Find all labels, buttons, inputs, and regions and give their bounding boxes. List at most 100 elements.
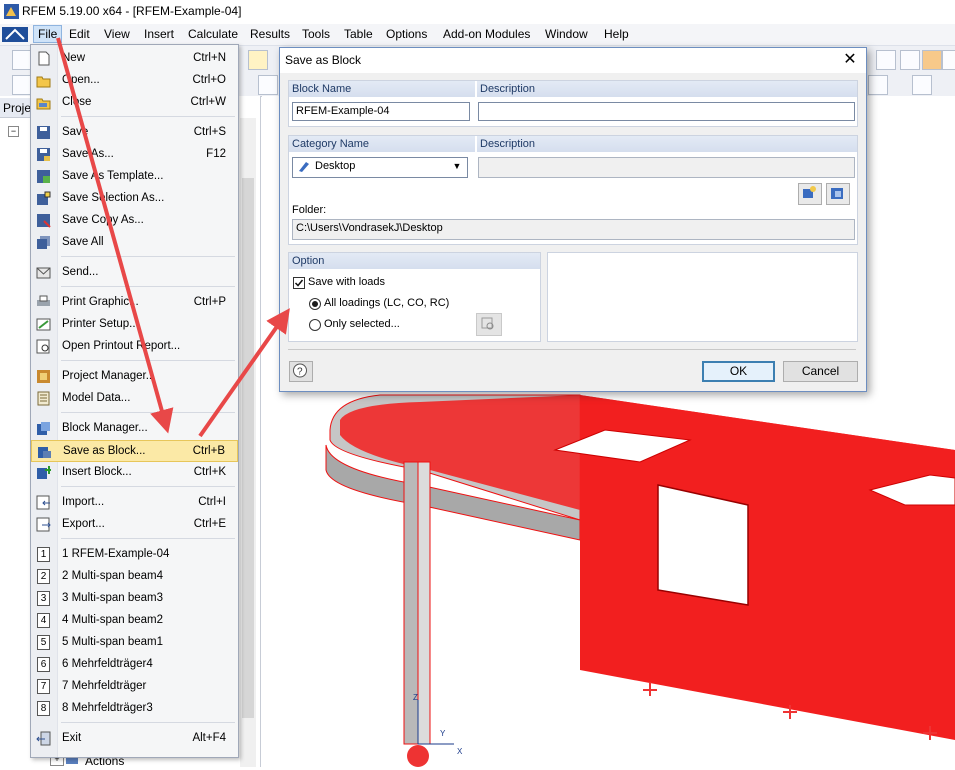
- menu-item-recent-7[interactable]: 7 7 Mehrfeldträger: [31, 676, 238, 698]
- menu-separator: [61, 538, 235, 539]
- menu-separator: [61, 722, 235, 723]
- menu-item-open-printout-report[interactable]: Open Printout Report...: [31, 336, 238, 358]
- recent-6-icon: 6: [37, 657, 50, 672]
- folder-label: Folder:: [292, 204, 327, 216]
- chevron-down-icon[interactable]: ▼: [450, 159, 464, 174]
- ok-button[interactable]: OK: [702, 361, 775, 382]
- menu-item-save[interactable]: Save Ctrl+S: [31, 122, 238, 144]
- only-selected-radio[interactable]: [309, 319, 321, 331]
- project-manager-icon: [37, 370, 50, 383]
- menu-item-recent-8[interactable]: 8 8 Mehrfeldträger3: [31, 698, 238, 720]
- grid-toolbar-icon[interactable]: [876, 50, 896, 70]
- menu-item-recent-6[interactable]: 6 6 Mehrfeldträger4: [31, 654, 238, 676]
- menu-item-label: Print Graphic...: [62, 296, 139, 308]
- printout-report-icon: [36, 339, 50, 354]
- menu-item-label: Save As...: [62, 148, 114, 160]
- draw-toolbar-icon[interactable]: [248, 50, 268, 70]
- menu-insert[interactable]: Insert: [144, 27, 174, 41]
- menu-separator: [61, 360, 235, 361]
- menu-item-import[interactable]: Import... Ctrl+I: [31, 492, 238, 514]
- menu-item-label: Send...: [62, 266, 99, 278]
- svg-text:Y: Y: [440, 729, 446, 738]
- menu-item-printer-setup[interactable]: Printer Setup...: [31, 314, 238, 336]
- menu-item-save-selection-as[interactable]: Save Selection As...: [31, 188, 238, 210]
- scrollbar-thumb[interactable]: [242, 178, 254, 718]
- menu-item-new[interactable]: New Ctrl+N: [31, 48, 238, 70]
- new-category-icon[interactable]: [798, 183, 822, 205]
- menu-tools[interactable]: Tools: [302, 27, 330, 41]
- dialog-title: Save as Block: [285, 53, 362, 67]
- all-loadings-radio[interactable]: [309, 298, 321, 310]
- menu-item-label: 8 Mehrfeldträger3: [62, 702, 153, 714]
- menu-options[interactable]: Options: [386, 27, 427, 41]
- send-icon: [36, 267, 51, 279]
- menu-item-save-as-template[interactable]: Save As Template...: [31, 166, 238, 188]
- menu-item-model-data[interactable]: Model Data...: [31, 388, 238, 410]
- menu-item-recent-3[interactable]: 3 3 Multi-span beam3: [31, 588, 238, 610]
- menu-item-recent-1[interactable]: 1 1 RFEM-Example-04: [31, 544, 238, 566]
- menu-addon-modules[interactable]: Add-on Modules: [443, 27, 530, 41]
- block-name-label: Block Name: [289, 81, 475, 97]
- axis-toolbar-icon[interactable]: [868, 75, 888, 95]
- navigator-scrollbar[interactable]: [240, 118, 256, 767]
- block-name-input[interactable]: RFEM-Example-04: [292, 102, 470, 121]
- option-group: Option Save with loads All loadings (LC,…: [288, 252, 541, 342]
- menu-item-exit[interactable]: Exit Alt+F4: [31, 728, 238, 750]
- select-loadings-icon[interactable]: [476, 313, 502, 336]
- menu-item-recent-5[interactable]: 5 5 Multi-span beam1: [31, 632, 238, 654]
- menu-item-recent-4[interactable]: 4 4 Multi-span beam2: [31, 610, 238, 632]
- menu-item-label: 3 Multi-span beam3: [62, 592, 163, 604]
- menu-item-close[interactable]: Close Ctrl+W: [31, 92, 238, 114]
- menu-help[interactable]: Help: [604, 27, 629, 41]
- new-toolbar-icon[interactable]: [12, 50, 32, 70]
- menu-item-save-copy-as[interactable]: Save Copy As...: [31, 210, 238, 232]
- render-toolbar-icon[interactable]: [912, 75, 932, 95]
- recent-1-icon: 1: [37, 547, 50, 562]
- menu-calculate[interactable]: Calculate: [188, 27, 238, 41]
- menu-item-export[interactable]: Export... Ctrl+E: [31, 514, 238, 536]
- menu-item-label: Save Copy As...: [62, 214, 144, 226]
- svg-text:?: ?: [297, 367, 303, 378]
- menu-file[interactable]: File: [33, 25, 63, 43]
- menu-item-save-as[interactable]: Save As... F12: [31, 144, 238, 166]
- edit-category-icon[interactable]: [826, 183, 850, 205]
- menu-item-insert-block[interactable]: Insert Block... Ctrl+K: [31, 462, 238, 484]
- menu-item-shortcut: Ctrl+I: [198, 496, 226, 508]
- menu-view[interactable]: View: [104, 27, 130, 41]
- dialog-title-bar: Save as Block ✕: [280, 48, 866, 73]
- menu-item-label: 7 Mehrfeldträger: [62, 680, 147, 692]
- menu-table[interactable]: Table: [344, 27, 373, 41]
- open-folder-icon: [36, 76, 51, 88]
- category-description-input: [478, 157, 855, 178]
- menu-edit[interactable]: Edit: [69, 27, 90, 41]
- save-with-loads-checkbox[interactable]: [293, 277, 305, 289]
- coordinate-toolbar-icon[interactable]: [258, 75, 278, 95]
- menu-item-open[interactable]: Open... Ctrl+O: [31, 70, 238, 92]
- menu-item-send[interactable]: Send...: [31, 262, 238, 284]
- close-icon[interactable]: ✕: [840, 51, 860, 69]
- cancel-button[interactable]: Cancel: [783, 361, 858, 382]
- menu-item-recent-2[interactable]: 2 2 Multi-span beam4: [31, 566, 238, 588]
- menu-item-save-as-block[interactable]: Save as Block... Ctrl+B: [31, 440, 238, 462]
- category-select[interactable]: Desktop: [292, 157, 468, 178]
- recent-2-icon: 2: [37, 569, 50, 584]
- snap-toolbar-icon[interactable]: [900, 50, 920, 70]
- menu-item-save-all[interactable]: Save All: [31, 232, 238, 254]
- file-menu-dropdown: New Ctrl+N Open... Ctrl+O Close Ctrl+W S…: [30, 44, 239, 758]
- help-icon[interactable]: ?: [289, 361, 313, 382]
- tree-collapse-icon[interactable]: −: [8, 126, 19, 137]
- menu-window[interactable]: Window: [545, 27, 588, 41]
- menu-item-label: 4 Multi-span beam2: [62, 614, 163, 626]
- menu-item-label: New: [62, 52, 86, 64]
- select-toolbar-icon[interactable]: [922, 50, 942, 70]
- menu-item-project-manager[interactable]: Project Manager...: [31, 366, 238, 388]
- app-menu-icon[interactable]: [2, 27, 28, 42]
- node-toolbar-icon[interactable]: [12, 75, 32, 95]
- menu-item-block-manager[interactable]: Block Manager...: [31, 418, 238, 440]
- menu-item-print-graphic[interactable]: Print Graphic... Ctrl+P: [31, 292, 238, 314]
- menu-separator: [61, 256, 235, 257]
- view-toolbar-icon[interactable]: [942, 50, 955, 70]
- description-input[interactable]: [478, 102, 855, 121]
- save-icon: [37, 126, 50, 139]
- menu-results[interactable]: Results: [250, 27, 290, 41]
